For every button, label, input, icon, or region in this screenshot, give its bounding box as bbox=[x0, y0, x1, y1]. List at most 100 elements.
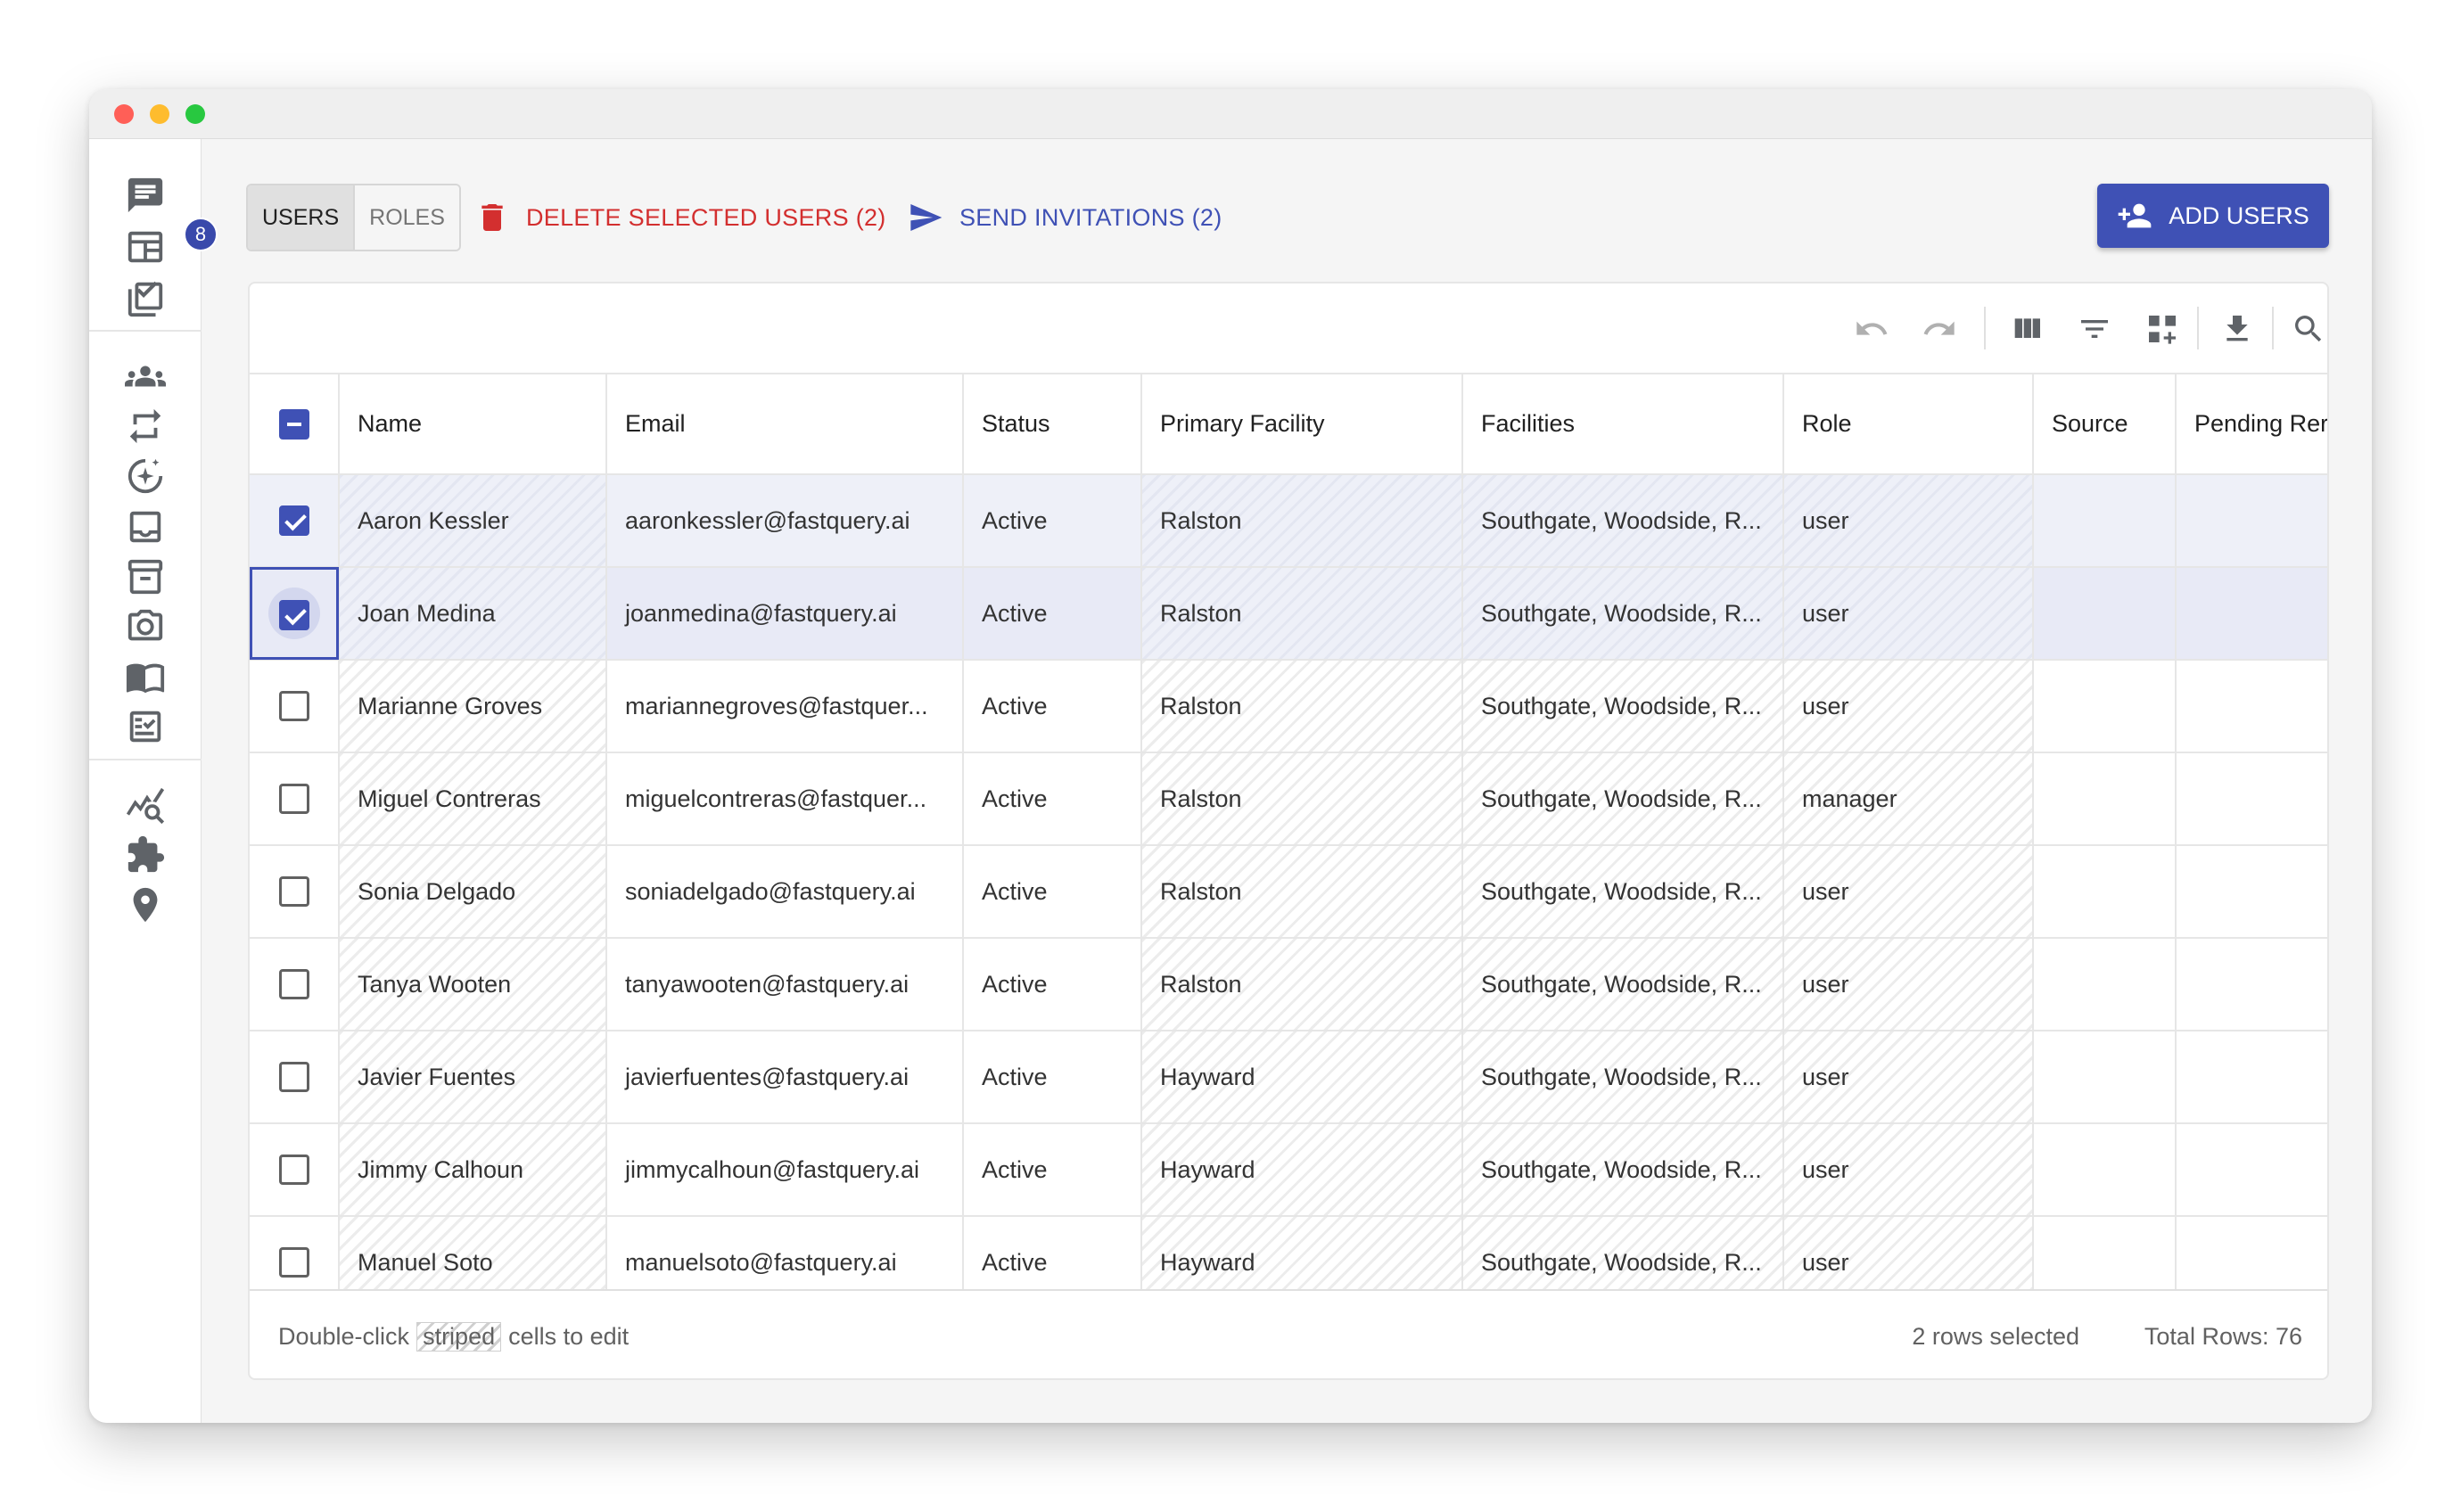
cell-role[interactable]: user bbox=[1783, 1031, 2034, 1124]
table-row[interactable]: Jimmy Calhoun jimmycalhoun@fastquery.ai Ac… bbox=[250, 1123, 2327, 1217]
cell-status[interactable]: Active bbox=[963, 660, 1142, 753]
cell-facilities[interactable]: Southgate, Woodside, R... bbox=[1462, 1216, 1784, 1289]
inbox-icon[interactable] bbox=[123, 505, 168, 549]
cell-pending[interactable] bbox=[2176, 1216, 2327, 1289]
filter-icon[interactable] bbox=[2074, 308, 2115, 349]
schedule-icon[interactable]: 8 bbox=[123, 218, 218, 269]
cell-email[interactable]: jimmycalhoun@fastquery.ai bbox=[606, 1123, 964, 1217]
table-row[interactable]: Tanya Wooten tanyawooten@fastquery.ai Acti… bbox=[250, 938, 2327, 1031]
cell-primary-facility[interactable]: Hayward bbox=[1141, 1123, 1463, 1217]
column-header-role[interactable]: Role bbox=[1783, 374, 2034, 475]
cell-email[interactable]: manuelsoto@fastquery.ai bbox=[606, 1216, 964, 1289]
cell-email[interactable]: miguelcontreras@fastquer... bbox=[606, 752, 964, 846]
maximize-window-button[interactable] bbox=[185, 104, 205, 124]
delete-selected-users-button[interactable]: DELETE SELECTED USERS (2) bbox=[474, 189, 886, 246]
send-invitations-button[interactable]: SEND INVITATIONS (2) bbox=[908, 189, 1222, 246]
camera-icon[interactable] bbox=[123, 604, 168, 649]
cell-primary-facility[interactable]: Ralston bbox=[1141, 474, 1463, 568]
cell-status[interactable]: Active bbox=[963, 1123, 1142, 1217]
table-row[interactable]: Manuel Soto manuelsoto@fastquery.ai Active… bbox=[250, 1216, 2327, 1289]
location-pin-icon[interactable] bbox=[123, 883, 168, 927]
cell-name[interactable]: Tanya Wooten bbox=[339, 938, 607, 1031]
column-header-status[interactable]: Status bbox=[963, 374, 1142, 475]
cell-name[interactable]: Miguel Contreras bbox=[339, 752, 607, 846]
row-checkbox[interactable] bbox=[278, 1247, 309, 1278]
column-header-pending[interactable]: Pending Rer bbox=[2176, 374, 2327, 475]
cell-name[interactable]: Jimmy Calhoun bbox=[339, 1123, 607, 1217]
cell-status[interactable]: Active bbox=[963, 845, 1142, 939]
cell-primary-facility[interactable]: Hayward bbox=[1141, 1216, 1463, 1289]
row-checkbox[interactable] bbox=[278, 599, 309, 630]
cell-pending[interactable] bbox=[2176, 1123, 2327, 1217]
columns-icon[interactable] bbox=[2006, 308, 2047, 349]
row-checkbox[interactable] bbox=[278, 876, 309, 907]
add-users-button[interactable]: ADD USERS bbox=[2097, 184, 2329, 248]
cell-status[interactable]: Active bbox=[963, 938, 1142, 1031]
cell-source[interactable] bbox=[2033, 752, 2177, 846]
cell-email[interactable]: joanmedina@fastquery.ai bbox=[606, 567, 964, 661]
column-header-primary-facility[interactable]: Primary Facility bbox=[1141, 374, 1463, 475]
auto-awesome-icon[interactable] bbox=[123, 454, 168, 498]
cell-name[interactable]: Javier Fuentes bbox=[339, 1031, 607, 1124]
cell-pending[interactable] bbox=[2176, 752, 2327, 846]
cell-email[interactable]: soniadelgado@fastquery.ai bbox=[606, 845, 964, 939]
cell-facilities[interactable]: Southgate, Woodside, R... bbox=[1462, 1031, 1784, 1124]
menu-book-icon[interactable] bbox=[123, 654, 168, 699]
redo-icon[interactable] bbox=[1919, 308, 1960, 349]
row-checkbox[interactable] bbox=[278, 505, 309, 536]
cell-facilities[interactable]: Southgate, Woodside, R... bbox=[1462, 474, 1784, 568]
column-header-name[interactable]: Name bbox=[339, 374, 607, 475]
cell-pending[interactable] bbox=[2176, 474, 2327, 568]
download-icon[interactable] bbox=[2217, 308, 2258, 349]
cell-source[interactable] bbox=[2033, 1123, 2177, 1217]
cell-role[interactable]: user bbox=[1783, 845, 2034, 939]
cell-role[interactable]: user bbox=[1783, 567, 2034, 661]
cell-role[interactable]: manager bbox=[1783, 752, 2034, 846]
cell-status[interactable]: Active bbox=[963, 752, 1142, 846]
cell-pending[interactable] bbox=[2176, 567, 2327, 661]
cell-role[interactable]: user bbox=[1783, 1123, 2034, 1217]
cell-role[interactable]: user bbox=[1783, 474, 2034, 568]
extension-icon[interactable] bbox=[123, 833, 168, 877]
search-icon[interactable] bbox=[2288, 308, 2327, 349]
cell-facilities[interactable]: Southgate, Woodside, R... bbox=[1462, 845, 1784, 939]
cell-email[interactable]: tanyawooten@fastquery.ai bbox=[606, 938, 964, 1031]
cell-primary-facility[interactable]: Ralston bbox=[1141, 938, 1463, 1031]
cell-source[interactable] bbox=[2033, 1216, 2177, 1289]
cell-primary-facility[interactable]: Ralston bbox=[1141, 660, 1463, 753]
cell-source[interactable] bbox=[2033, 567, 2177, 661]
cell-role[interactable]: user bbox=[1783, 938, 2034, 1031]
table-row[interactable]: Marianne Groves mariannegroves@fastquer..… bbox=[250, 660, 2327, 753]
query-stats-icon[interactable] bbox=[123, 783, 168, 827]
cell-status[interactable]: Active bbox=[963, 1031, 1142, 1124]
column-header-source[interactable]: Source bbox=[2033, 374, 2177, 475]
archive-icon[interactable] bbox=[123, 555, 168, 599]
table-row[interactable]: Sonia Delgado soniadelgado@fastquery.ai Ac… bbox=[250, 845, 2327, 939]
repeat-icon[interactable] bbox=[123, 404, 168, 448]
cell-facilities[interactable]: Southgate, Woodside, R... bbox=[1462, 1123, 1784, 1217]
density-icon[interactable] bbox=[2142, 308, 2183, 349]
table-row[interactable]: Joan Medina joanmedina@fastquery.ai Active… bbox=[250, 567, 2327, 661]
cell-source[interactable] bbox=[2033, 1031, 2177, 1124]
table-row[interactable]: Aaron Kessler aaronkessler@fastquery.ai Ac… bbox=[250, 474, 2327, 568]
column-header-facilities[interactable]: Facilities bbox=[1462, 374, 1784, 475]
column-header-email[interactable]: Email bbox=[606, 374, 964, 475]
cell-email[interactable]: aaronkessler@fastquery.ai bbox=[606, 474, 964, 568]
cell-primary-facility[interactable]: Ralston bbox=[1141, 752, 1463, 846]
minimize-window-button[interactable] bbox=[150, 104, 169, 124]
close-window-button[interactable] bbox=[114, 104, 134, 124]
groups-icon[interactable] bbox=[123, 354, 168, 399]
cell-role[interactable]: user bbox=[1783, 1216, 2034, 1289]
cell-status[interactable]: Active bbox=[963, 1216, 1142, 1289]
tab-users[interactable]: USERS bbox=[248, 185, 356, 250]
tasks-icon[interactable] bbox=[123, 275, 168, 320]
cell-facilities[interactable]: Southgate, Woodside, R... bbox=[1462, 660, 1784, 753]
cell-name[interactable]: Sonia Delgado bbox=[339, 845, 607, 939]
cell-facilities[interactable]: Southgate, Woodside, R... bbox=[1462, 752, 1784, 846]
table-row[interactable]: Javier Fuentes javierfuentes@fastquery.ai… bbox=[250, 1031, 2327, 1124]
cell-source[interactable] bbox=[2033, 474, 2177, 568]
cell-source[interactable] bbox=[2033, 660, 2177, 753]
tab-roles[interactable]: ROLES bbox=[355, 185, 459, 250]
row-checkbox[interactable] bbox=[278, 969, 309, 999]
cell-facilities[interactable]: Southgate, Woodside, R... bbox=[1462, 938, 1784, 1031]
